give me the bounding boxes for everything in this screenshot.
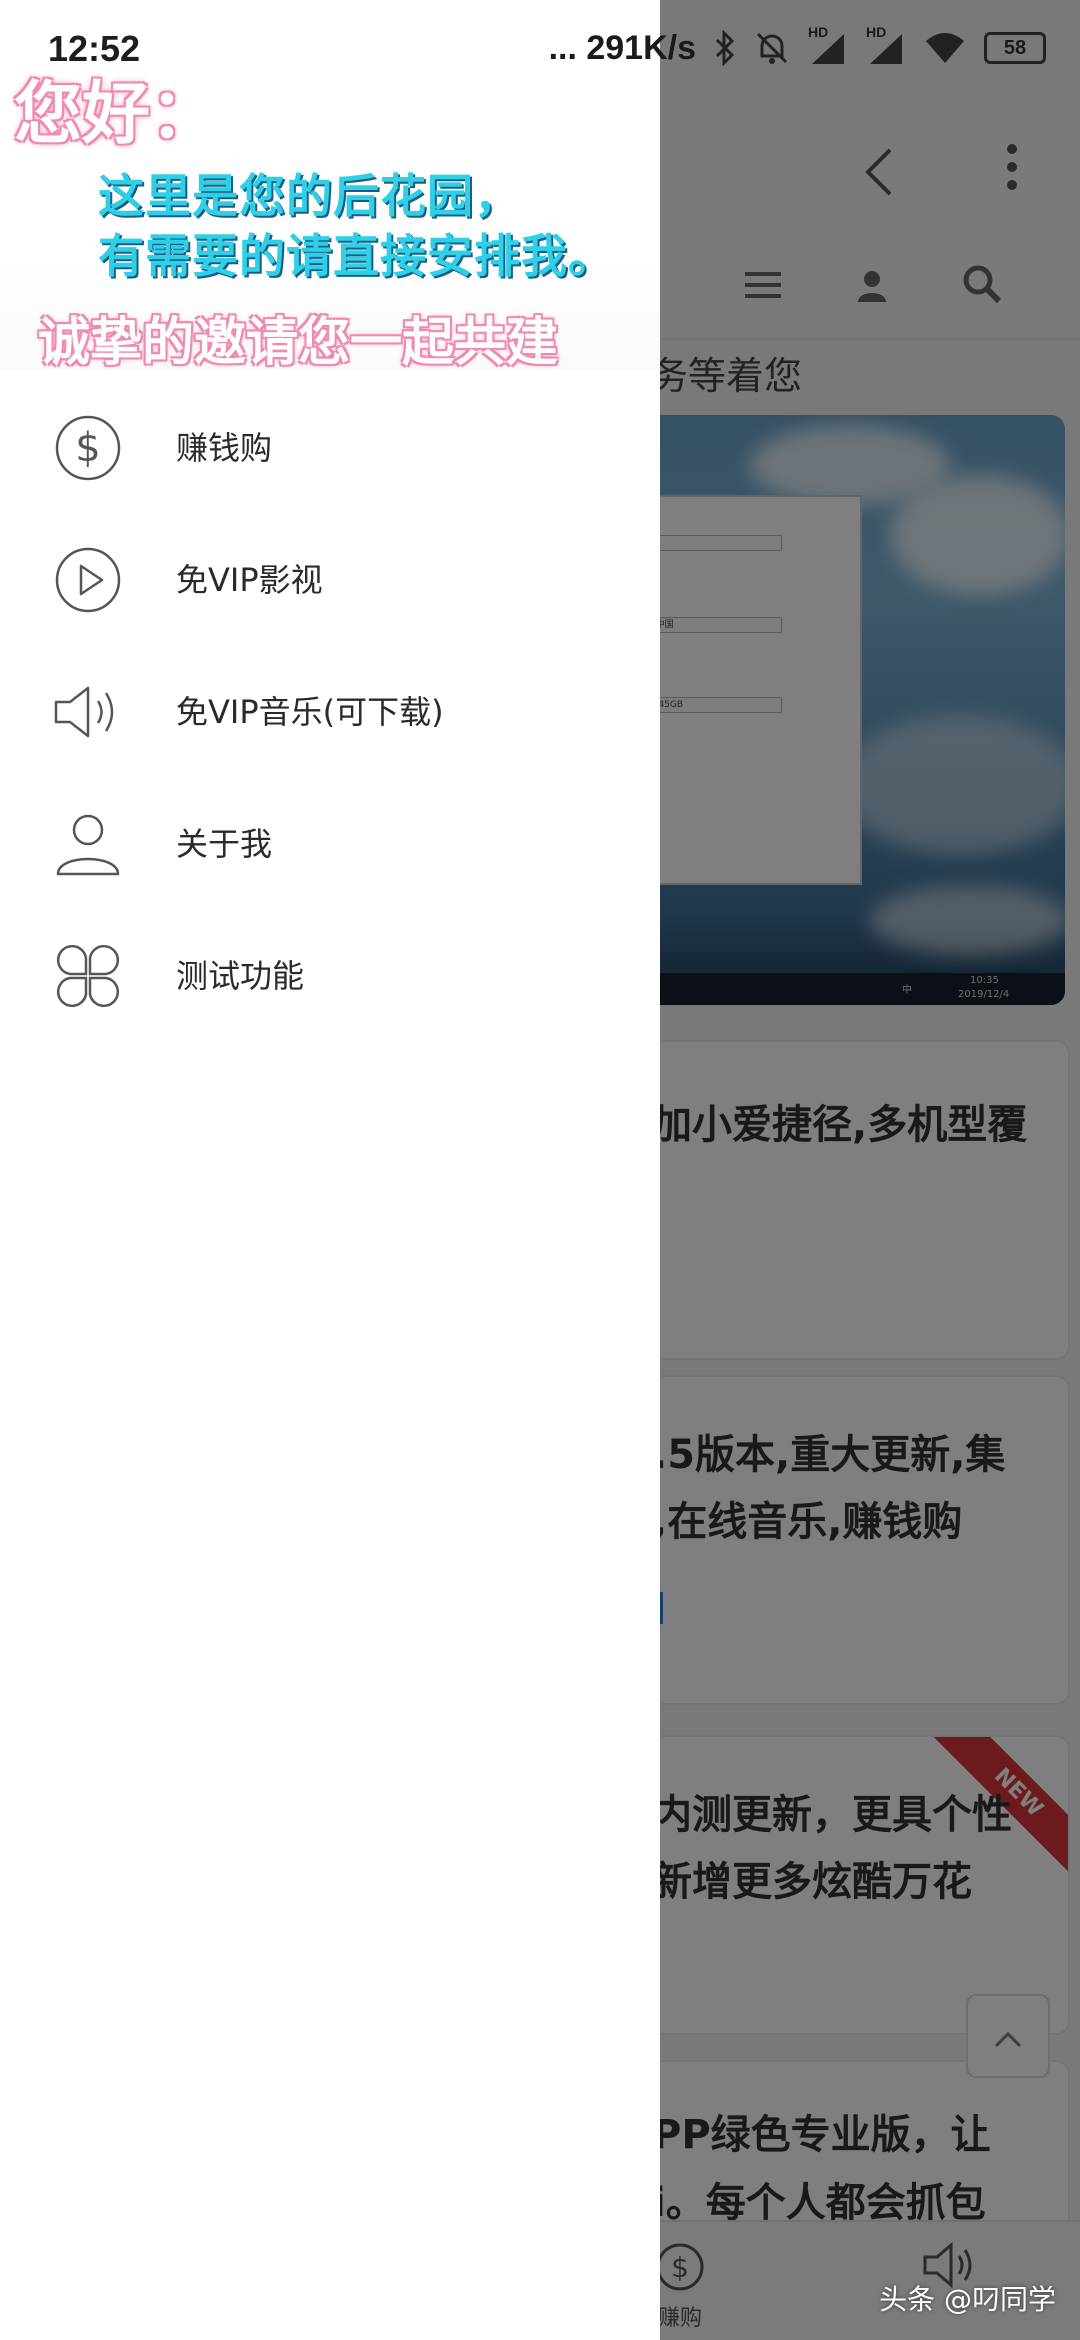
drawer-menu: $ 赚钱购 免VIP影视 免VIP音乐(可下载) 关于我 测试功能 — [0, 380, 660, 1040]
signal-2: HD — [866, 24, 906, 66]
signal-icon — [812, 34, 844, 64]
menu-item-label: 关于我 — [176, 825, 273, 863]
dollar-circle-icon: $ — [55, 415, 121, 481]
play-circle-icon — [55, 547, 121, 613]
menu-item-label: 免VIP影视 — [176, 561, 323, 599]
status-icons: ... 291K/s HD HD 58 — [549, 24, 1046, 72]
battery-indicator: 58 — [984, 32, 1046, 64]
menu-item-free-vip-video[interactable]: 免VIP影视 — [0, 512, 660, 644]
clover-icon — [56, 944, 120, 1008]
wifi-icon — [926, 33, 964, 63]
status-bar: 12:52 ... 291K/s HD HD 58 — [0, 0, 1080, 90]
greeting-line-3: 诚挚的邀请您一起共建 — [38, 313, 559, 373]
signal-icon — [870, 34, 902, 64]
menu-item-label: 免VIP音乐(可下载) — [176, 693, 444, 731]
navigation-drawer: 您好： 这里是您的后花园， 有需要的请直接安排我。 诚挚的邀请您一起共建 $ 赚… — [0, 0, 660, 2340]
status-time: 12:52 — [48, 28, 141, 69]
watermark: 头条 @叼同学 — [879, 2283, 1056, 2316]
menu-item-test-features[interactable]: 测试功能 — [0, 908, 660, 1040]
menu-item-label: 赚钱购 — [176, 429, 273, 467]
network-speed: ... 291K/s — [548, 28, 696, 67]
alarm-off-icon — [756, 32, 788, 64]
signal-1: HD — [808, 24, 848, 66]
svg-text:$: $ — [75, 425, 100, 471]
bluetooth-icon — [715, 30, 735, 66]
menu-item-earn-money[interactable]: $ 赚钱购 — [0, 380, 660, 512]
greeting-line-2: 有需要的请直接安排我。 — [98, 229, 615, 283]
user-icon — [56, 814, 120, 876]
menu-item-free-vip-music[interactable]: 免VIP音乐(可下载) — [0, 644, 660, 776]
menu-item-about-me[interactable]: 关于我 — [0, 776, 660, 908]
speaker-icon — [54, 686, 114, 738]
greeting-line-1: 这里是您的后花园， — [98, 169, 521, 223]
menu-item-label: 测试功能 — [176, 957, 305, 995]
